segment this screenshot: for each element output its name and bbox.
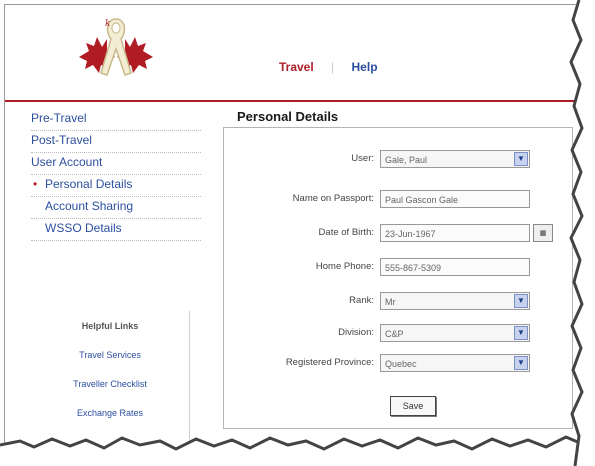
province-select-value: Quebec xyxy=(385,359,417,369)
row-division: Division: C&P ▼ xyxy=(224,324,572,346)
province-label: Registered Province: xyxy=(285,357,374,368)
user-select[interactable]: Gale, Paul ▼ xyxy=(380,150,530,168)
header-divider xyxy=(5,100,587,102)
user-select-value: Gale, Paul xyxy=(385,155,428,165)
sidebar-item-post-travel[interactable]: Post-Travel xyxy=(31,131,201,153)
home-phone-field[interactable]: 555-867-5309 xyxy=(380,258,530,276)
chevron-down-icon[interactable]: ▼ xyxy=(514,152,528,166)
row-province: Registered Province: Quebec ▼ xyxy=(224,354,572,376)
chevron-down-icon[interactable]: ▼ xyxy=(514,326,528,340)
sidebar-item-label: User Account xyxy=(31,155,103,169)
division-select-value: C&P xyxy=(385,329,404,339)
maple-leaf-ribbon-logo: k xyxy=(79,18,153,76)
passport-name-field[interactable]: Paul Gascon Gale xyxy=(380,190,530,208)
sidebar-item-pre-travel[interactable]: Pre-Travel xyxy=(31,109,201,131)
sidebar-item-wsso-details[interactable]: WSSO Details xyxy=(31,219,201,241)
chevron-down-icon[interactable]: ▼ xyxy=(514,356,528,370)
header: k Travel | Help xyxy=(5,5,587,101)
dob-label: Date of Birth: xyxy=(318,227,374,238)
division-label: Division: xyxy=(338,327,374,338)
rank-label: Rank: xyxy=(349,295,374,306)
page-title: Personal Details xyxy=(237,109,339,124)
calendar-icon[interactable]: ▦ xyxy=(533,224,553,242)
sidebar-item-personal-details[interactable]: • Personal Details xyxy=(31,175,201,197)
row-user: User: Gale, Paul ▼ xyxy=(224,150,572,172)
personal-details-form: User: Gale, Paul ▼ Name on Passport: Pau… xyxy=(223,127,573,429)
sidebar-item-account-sharing[interactable]: Account Sharing xyxy=(31,197,201,219)
row-passport-name: Name on Passport: Paul Gascon Gale xyxy=(224,190,572,212)
passport-name-label: Name on Passport: xyxy=(292,193,374,204)
save-button[interactable]: Save xyxy=(390,396,436,416)
sidebar-item-label: WSSO Details xyxy=(45,221,122,235)
nav-travel-link[interactable]: Travel xyxy=(279,60,314,74)
sidebar-item-label: Post-Travel xyxy=(31,133,92,147)
nav-separator: | xyxy=(331,60,335,74)
link-exchange-rates[interactable]: Exchange Rates xyxy=(31,408,189,418)
row-rank: Rank: Mr ▼ xyxy=(224,292,572,314)
helpful-links: Helpful Links Travel Services Traveller … xyxy=(31,311,190,451)
dob-field[interactable]: 23-Jun-1967 xyxy=(380,224,530,242)
passport-name-value: Paul Gascon Gale xyxy=(385,195,459,205)
sidebar-item-label: Account Sharing xyxy=(45,199,134,213)
home-phone-label: Home Phone: xyxy=(315,261,374,272)
sidebar: Pre-Travel Post-Travel User Account • Per… xyxy=(31,109,201,241)
link-travel-services[interactable]: Travel Services xyxy=(31,350,189,360)
helpful-links-title: Helpful Links xyxy=(81,321,139,331)
active-bullet-icon: • xyxy=(33,177,38,191)
svg-text:k: k xyxy=(105,19,110,29)
sidebar-item-label: Pre-Travel xyxy=(31,111,87,125)
home-phone-value: 555-867-5309 xyxy=(385,263,442,273)
rank-select-value: Mr xyxy=(385,297,396,307)
dob-value: 23-Jun-1967 xyxy=(385,229,436,239)
row-home-phone: Home Phone: 555-867-5309 xyxy=(224,258,572,280)
link-traveller-checklist[interactable]: Traveller Checklist xyxy=(31,379,189,389)
page-frame: k Travel | Help Pre-Travel Post-Travel U… xyxy=(4,4,588,458)
nav-help-link[interactable]: Help xyxy=(352,60,378,74)
sidebar-item-user-account[interactable]: User Account xyxy=(31,153,201,175)
sidebar-item-label: Personal Details xyxy=(45,177,133,191)
chevron-down-icon[interactable]: ▼ xyxy=(514,294,528,308)
rank-select[interactable]: Mr ▼ xyxy=(380,292,530,310)
top-nav: Travel | Help xyxy=(279,60,378,74)
row-dob: Date of Birth: 23-Jun-1967 ▦ xyxy=(224,224,572,246)
province-select[interactable]: Quebec ▼ xyxy=(380,354,530,372)
user-label: User: xyxy=(351,153,374,164)
division-select[interactable]: C&P ▼ xyxy=(380,324,530,342)
